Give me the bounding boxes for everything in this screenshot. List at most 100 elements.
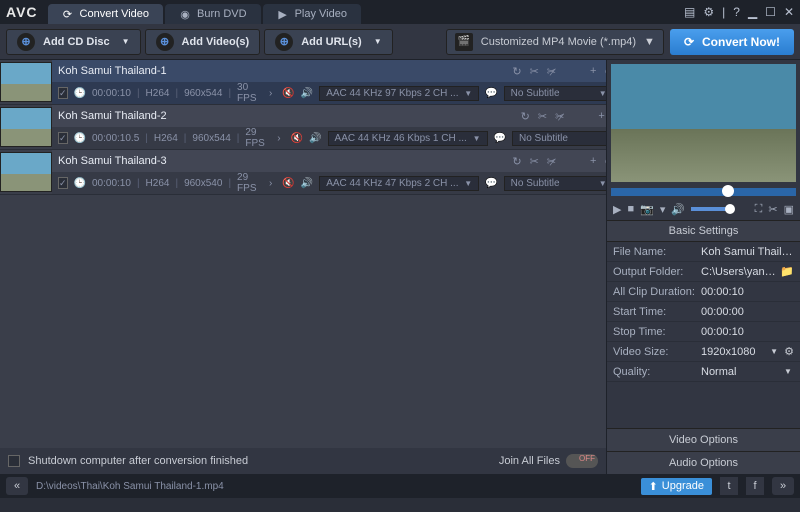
thumbnail[interactable] xyxy=(0,107,52,147)
subtitle-icon[interactable]: 💬 xyxy=(494,133,506,144)
audio-track-select[interactable]: AAC 44 KHz 47 Kbps 2 CH ...▼ xyxy=(319,176,479,191)
effects-icon[interactable]: ✂̷ xyxy=(547,155,556,168)
refresh-icon[interactable]: ↻ xyxy=(512,65,521,78)
add-cd-disc-button[interactable]: ⊕ Add CD Disc ▼ xyxy=(6,29,141,55)
chevron-down-icon[interactable]: ▾ xyxy=(660,203,666,216)
chevron-down-icon: ▼ xyxy=(464,89,472,98)
setting-stop-time[interactable]: Stop Time:00:00:10 xyxy=(607,322,800,342)
audio-track-select[interactable]: AAC 44 KHz 46 Kbps 1 CH ...▼ xyxy=(328,131,488,146)
chevron-right-icon: › xyxy=(269,88,272,99)
speaker-icon[interactable]: 🔊 xyxy=(301,88,313,99)
tab-play-video[interactable]: ▶ Play Video xyxy=(263,4,361,24)
setting-quality[interactable]: Quality:Normal▼ xyxy=(607,362,800,382)
basic-settings: File Name:Koh Samui Thailand-1 Output Fo… xyxy=(607,242,800,428)
menu-icon[interactable]: ▤ xyxy=(684,5,695,19)
facebook-icon[interactable]: f xyxy=(746,477,764,495)
codec: H264 xyxy=(154,133,178,144)
convert-now-button[interactable]: ⟳ Convert Now! xyxy=(670,29,794,55)
setting-video-size[interactable]: Video Size:1920x1080▼⚙ xyxy=(607,342,800,362)
speaker-icon[interactable]: 🔊 xyxy=(309,133,321,144)
fps: 29 FPS xyxy=(245,127,267,149)
twitter-icon[interactable]: t xyxy=(720,477,738,495)
refresh-icon[interactable]: ↻ xyxy=(521,110,530,123)
video-options-button[interactable]: Video Options xyxy=(607,428,800,451)
add-videos-button[interactable]: ⊕ Add Video(s) xyxy=(145,29,261,55)
file-list: Koh Samui Thailand-1↻✂✂̷+⊗✓🕒00:00:10|H26… xyxy=(0,60,606,474)
scissors-icon[interactable]: ✂ xyxy=(768,203,777,216)
include-checkbox[interactable]: ✓ xyxy=(58,132,68,144)
add-icon[interactable]: + xyxy=(590,65,596,78)
include-checkbox[interactable]: ✓ xyxy=(58,87,68,99)
codec: H264 xyxy=(146,178,170,189)
setting-start-time[interactable]: Start Time:00:00:00 xyxy=(607,302,800,322)
maximize-icon[interactable]: ☐ xyxy=(765,5,776,19)
gear-icon[interactable]: ⚙ xyxy=(784,345,794,358)
file-item[interactable]: Koh Samui Thailand-2↻✂✂̷+⊗✓🕒00:00:10.5|H… xyxy=(0,105,606,150)
file-item[interactable]: Koh Samui Thailand-1↻✂✂̷+⊗✓🕒00:00:10|H26… xyxy=(0,60,606,105)
setting-clip-duration: All Clip Duration:00:00:10 xyxy=(607,282,800,302)
film-plus-icon: ⊕ xyxy=(156,33,174,51)
crop-icon[interactable]: ▣ xyxy=(784,203,794,216)
join-files-toggle[interactable] xyxy=(566,454,598,468)
mute-icon[interactable]: 🔇 xyxy=(282,88,294,99)
fullscreen-icon[interactable]: ⛶ xyxy=(755,203,763,216)
include-checkbox[interactable]: ✓ xyxy=(58,177,68,189)
audio-track-select[interactable]: AAC 44 KHz 97 Kbps 2 CH ...▼ xyxy=(319,86,479,101)
tab-convert-video[interactable]: ⟳ Convert Video xyxy=(48,4,164,24)
mute-icon[interactable]: 🔇 xyxy=(291,133,303,144)
snapshot-icon[interactable]: 📷 xyxy=(640,203,654,216)
scissors-icon[interactable]: ✂ xyxy=(530,155,539,168)
speaker-icon[interactable]: 🔊 xyxy=(301,178,313,189)
thumbnail[interactable] xyxy=(0,62,52,102)
effects-icon[interactable]: ✂̷ xyxy=(555,110,564,123)
file-item[interactable]: Koh Samui Thailand-3↻✂✂̷+⊗✓🕒00:00:10|H26… xyxy=(0,150,606,195)
mute-icon[interactable]: 🔇 xyxy=(282,178,294,189)
gear-icon[interactable]: ⚙ xyxy=(703,5,714,19)
tab-burn-dvd[interactable]: ◉ Burn DVD xyxy=(165,4,261,24)
setting-output-folder[interactable]: Output Folder:C:\Users\yangh\Videos...📁 xyxy=(607,262,800,282)
minimize-icon[interactable]: ▁ xyxy=(748,5,757,19)
subtitle-select[interactable]: No Subtitle▼ xyxy=(512,131,606,146)
output-profile-select[interactable]: 🎬 Customized MP4 Movie (*.mp4) ▼ xyxy=(446,29,664,55)
timeline-slider[interactable] xyxy=(611,188,796,196)
refresh-icon: ⟳ xyxy=(684,35,694,49)
folder-icon[interactable]: 📁 xyxy=(780,265,794,278)
btn-label: Add URL(s) xyxy=(301,36,362,48)
codec: H264 xyxy=(146,88,170,99)
upgrade-button[interactable]: ⬆Upgrade xyxy=(641,478,712,495)
add-icon[interactable]: + xyxy=(598,110,604,123)
file-name: Koh Samui Thailand-1 xyxy=(58,65,506,77)
btn-label: Add CD Disc xyxy=(43,36,110,48)
scissors-icon[interactable]: ✂ xyxy=(530,65,539,78)
subtitle-icon[interactable]: 💬 xyxy=(485,88,497,99)
list-bottom-bar: Shutdown computer after conversion finis… xyxy=(0,448,606,474)
player-controls: ▶ ■ 📷 ▾ 🔊 ⛶ ✂ ▣ xyxy=(607,198,800,220)
effects-icon[interactable]: ✂̷ xyxy=(547,65,556,78)
preview-pane[interactable] xyxy=(611,64,796,182)
add-icon[interactable]: + xyxy=(590,155,596,168)
subtitle-select[interactable]: No Subtitle▼ xyxy=(504,86,606,101)
volume-icon[interactable]: 🔊 xyxy=(671,203,685,216)
help-icon[interactable]: ? xyxy=(733,5,740,19)
prev-button[interactable]: « xyxy=(6,477,28,495)
volume-slider[interactable] xyxy=(691,207,731,211)
thumbnail[interactable] xyxy=(0,152,52,192)
play-icon[interactable]: ▶ xyxy=(613,203,621,216)
upgrade-icon: ⬆ xyxy=(649,480,658,493)
divider: | xyxy=(722,5,725,19)
close-icon[interactable]: ✕ xyxy=(784,5,794,19)
add-urls-button[interactable]: ⊕ Add URL(s) ▼ xyxy=(264,29,392,55)
refresh-icon: ⟳ xyxy=(62,8,74,20)
chevron-right-icon: › xyxy=(269,178,272,189)
subtitle-icon[interactable]: 💬 xyxy=(485,178,497,189)
setting-file-name[interactable]: File Name:Koh Samui Thailand-1 xyxy=(607,242,800,262)
scissors-icon[interactable]: ✂ xyxy=(538,110,547,123)
shutdown-checkbox[interactable] xyxy=(8,455,20,467)
subtitle-select[interactable]: No Subtitle▼ xyxy=(504,176,606,191)
next-button[interactable]: » xyxy=(772,477,794,495)
refresh-icon[interactable]: ↻ xyxy=(512,155,521,168)
audio-options-button[interactable]: Audio Options xyxy=(607,451,800,474)
clock-icon: 🕒 xyxy=(74,88,86,99)
chevron-down-icon: ▼ xyxy=(599,179,606,188)
stop-icon[interactable]: ■ xyxy=(627,203,634,215)
